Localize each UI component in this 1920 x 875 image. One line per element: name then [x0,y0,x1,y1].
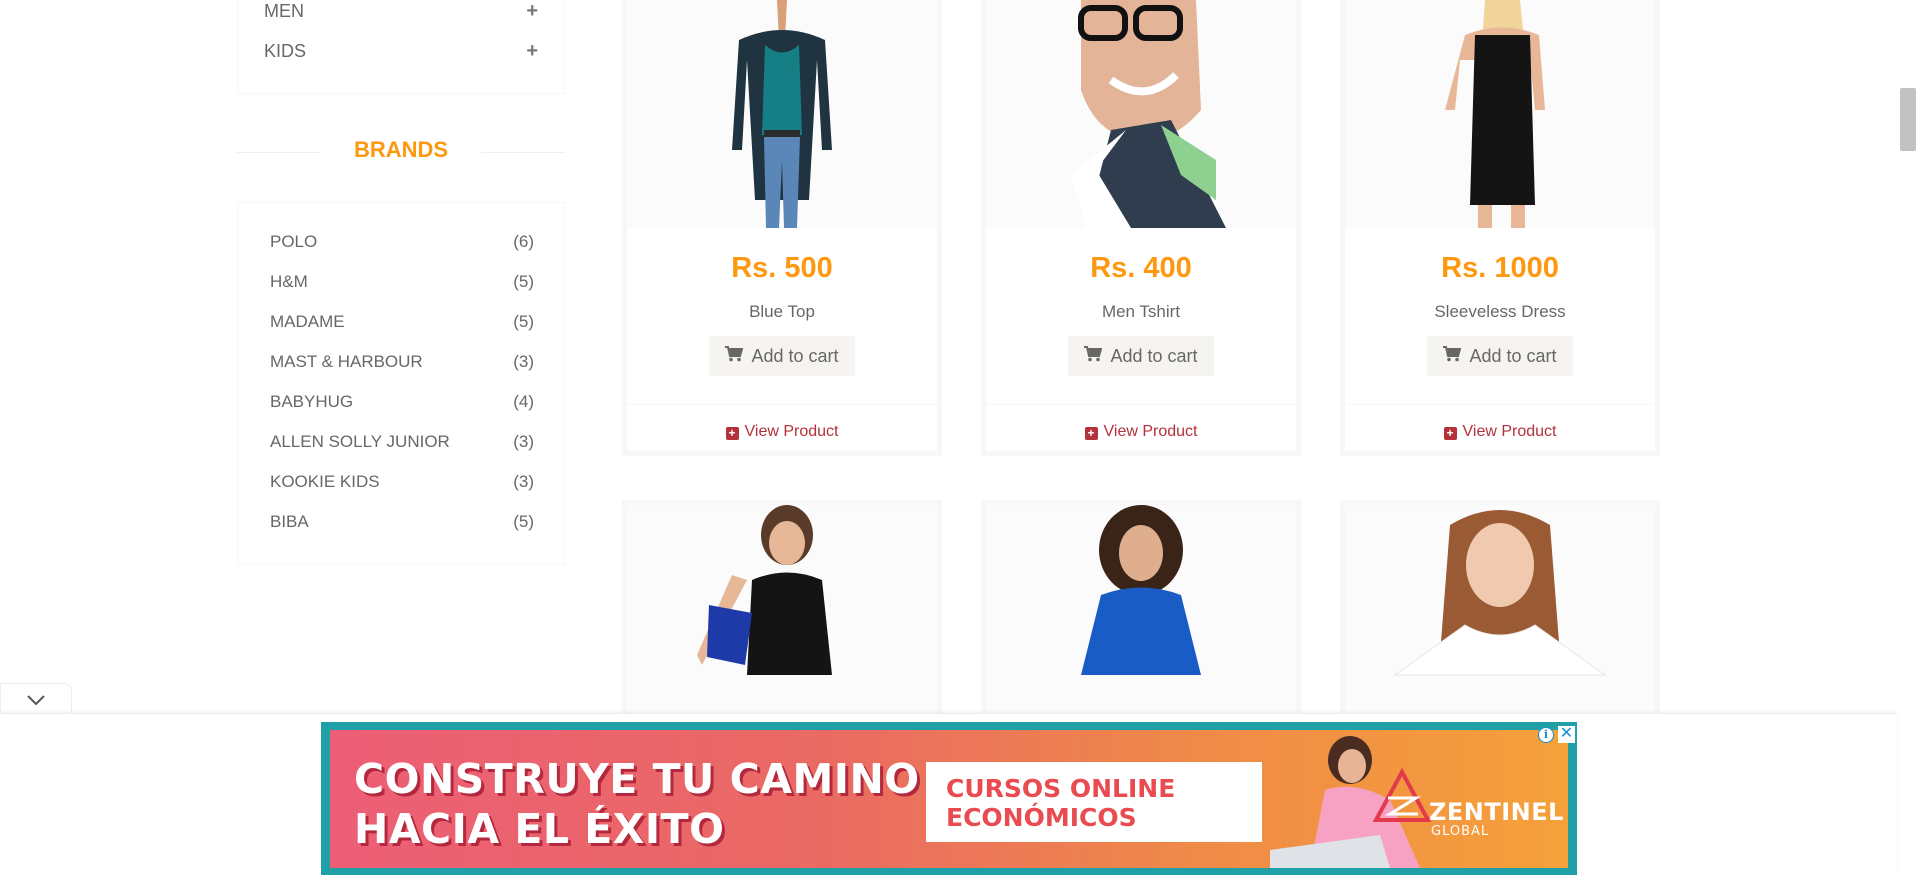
add-to-cart-button[interactable]: Add to cart [1427,336,1573,376]
product-price: Rs. 400 [1090,252,1192,284]
product-card [981,500,1301,730]
ad-headline-line: HACIA EL ÉXITO [354,805,725,853]
brand-name: BABYHUG [270,392,354,411]
product-image [986,0,1296,228]
category-men[interactable]: MEN + [264,0,538,26]
brand-name: H&M [270,272,308,291]
product-image [986,505,1296,725]
ad-headline: CONSTRUYE TU CAMINO HACIA EL ÉXITO [354,754,920,854]
product-photo [986,505,1296,725]
product-image [1345,0,1655,228]
brand-name: BIBA [270,512,309,531]
product-photo [627,0,937,228]
product-card [1340,500,1660,730]
brand-item-allen-solly-junior[interactable]: ALLEN SOLLY JUNIOR (3) [270,428,534,456]
ad-info-icon[interactable]: i [1538,727,1554,743]
cart-icon [725,345,744,367]
plus-icon[interactable]: + [526,40,538,63]
brand-item-kookie-kids[interactable]: KOOKIE KIDS (3) [270,468,534,496]
plus-icon[interactable]: + [526,0,538,23]
view-product-link[interactable]: + View Product [1345,423,1655,441]
category-panel: MEN + KIDS + [237,0,565,94]
cart-icon [1084,345,1103,367]
brand-name: MADAME [270,312,345,331]
ad-brand-sub: GLOBAL [1431,824,1490,839]
brand-item-biba[interactable]: BIBA (5) [270,508,534,536]
add-to-cart-label: Add to cart [751,345,839,366]
product-image [627,0,937,228]
ad-collapse-tab[interactable] [0,683,72,714]
product-price: Rs. 1000 [1441,252,1559,284]
brand-name: POLO [270,232,318,251]
brand-count: (6) [513,232,534,251]
ad-offer-line: CURSOS ONLINE [946,774,1176,803]
product-card [622,500,942,730]
view-product-link[interactable]: + View Product [627,423,937,441]
category-kids[interactable]: KIDS + [264,36,538,66]
brand-item-mast-harbour[interactable]: MAST & HARBOUR (3) [270,348,534,376]
brand-item-polo[interactable]: POLO (6) [270,228,534,256]
brand-item-hm[interactable]: H&M (5) [270,268,534,296]
chevron-down-icon [27,695,45,706]
add-to-cart-button[interactable]: Add to cart [709,336,855,376]
brand-count: (3) [513,432,534,451]
brand-count: (5) [513,312,534,331]
brand-count: (5) [513,512,534,531]
product-photo [1345,0,1655,228]
divider [1345,404,1655,405]
ad-offer-text: CURSOS ONLINE ECONÓMICOS [946,774,1175,832]
brand-item-babyhug[interactable]: BABYHUG (4) [270,388,534,416]
plus-square-icon: + [1443,427,1457,440]
add-to-cart-label: Add to cart [1110,345,1198,366]
ad-headline-line: CONSTRUYE TU CAMINO [354,755,920,803]
product-photo [1345,505,1655,725]
product-photo [627,505,937,725]
ad-banner[interactable]: CONSTRUYE TU CAMINO HACIA EL ÉXITO CURSO… [321,722,1577,875]
view-product-label: View Product [744,423,839,440]
view-product-label: View Product [1103,423,1198,440]
product-card: Rs. 500 Blue Top Add to cart + View Produ… [622,0,942,456]
brand-count: (3) [513,472,534,491]
category-label: MEN [264,0,304,21]
plus-square-icon: + [725,427,739,440]
brands-list: POLO (6) H&M (5) MADAME (5) MAST & HARBO… [237,202,565,565]
divider [237,152,321,153]
brand-count: (5) [513,272,534,291]
brand-item-madame[interactable]: MADAME (5) [270,308,534,336]
category-label: KIDS [264,40,307,61]
brand-name: KOOKIE KIDS [270,472,380,491]
view-product-link[interactable]: + View Product [986,423,1296,441]
product-name: Men Tshirt [1101,302,1181,321]
ad-offer-box: CURSOS ONLINE ECONÓMICOS [926,762,1262,842]
brand-count: (3) [513,352,534,371]
ad-content: CONSTRUYE TU CAMINO HACIA EL ÉXITO CURSO… [330,730,1568,868]
scrollbar-thumb[interactable] [1900,88,1916,151]
zentinel-logo-icon [1372,768,1432,822]
plus-square-icon: + [1084,427,1098,440]
add-to-cart-label: Add to cart [1469,345,1557,366]
ad-offer-line: ECONÓMICOS [946,803,1137,832]
divider [481,152,565,153]
divider [627,404,937,405]
add-to-cart-button[interactable]: Add to cart [1068,336,1214,376]
brand-name: MAST & HARBOUR [270,352,423,371]
brand-count: (4) [513,392,534,411]
cart-icon [1443,345,1462,367]
product-image [627,505,937,725]
product-name: Blue Top [749,302,815,321]
product-card: Rs. 400 Men Tshirt Add to cart + View Pro… [981,0,1301,456]
brands-title: BRANDS [353,137,449,162]
product-image [1345,505,1655,725]
view-product-label: View Product [1462,423,1557,440]
ad-brand: ZENTINEL [1429,798,1564,826]
brands-heading: BRANDS [237,135,565,165]
brand-name: ALLEN SOLLY JUNIOR [270,432,450,451]
product-card: Rs. 1000 Sleeveless Dress Add to cart + V… [1340,0,1660,456]
divider [986,404,1296,405]
product-name: Sleeveless Dress [1434,302,1566,321]
ad-close-icon[interactable]: ✕ [1558,726,1575,743]
product-photo [986,0,1296,228]
product-price: Rs. 500 [731,252,833,284]
